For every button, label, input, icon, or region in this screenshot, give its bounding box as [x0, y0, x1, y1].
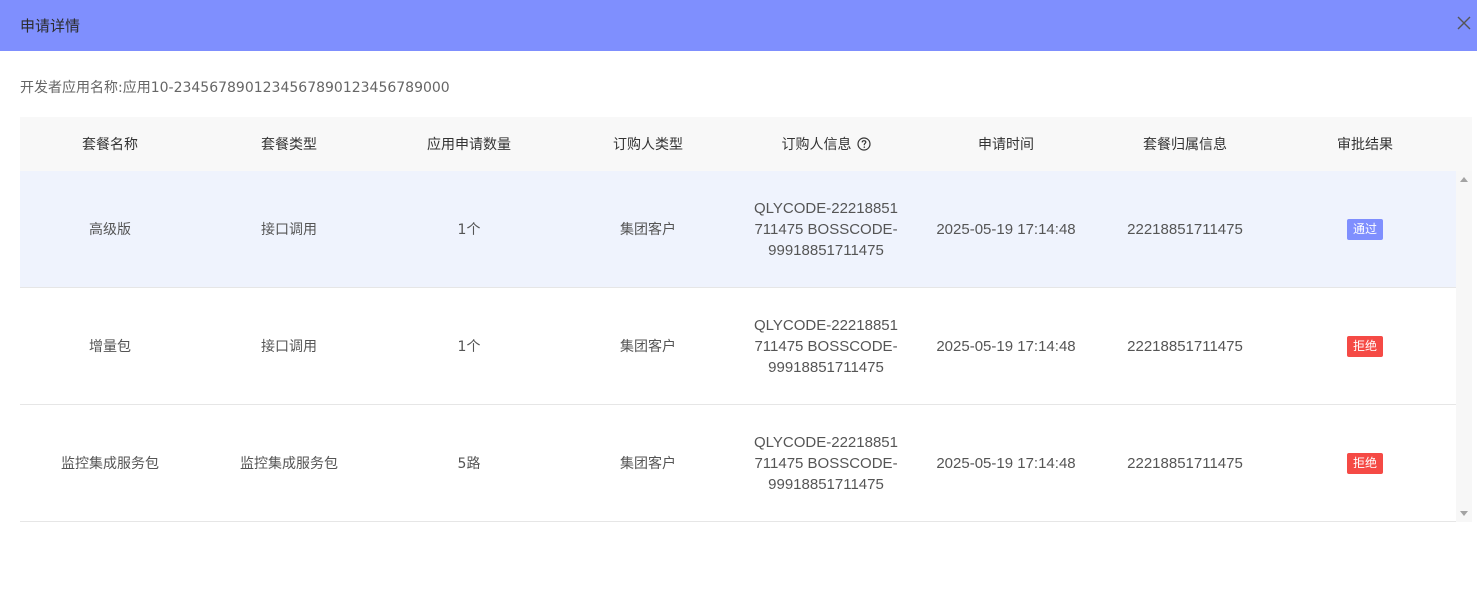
column-header-orderer-info: 订购人信息	[736, 134, 916, 154]
ownership-cell: 22218851711475	[1127, 337, 1243, 355]
table-header: 套餐名称 套餐类型 应用申请数量 订购人类型 订购人信息 申请时间 套餐归属信息…	[20, 117, 1472, 171]
result-cell: 拒绝	[1274, 335, 1456, 357]
apply-time-cell: 2025-05-19 17:14:48	[936, 220, 1076, 238]
result-cell: 拒绝	[1274, 452, 1456, 474]
orderer-info-cell: QLYCODE-22218851711475 BOSSCODE-99918851…	[736, 432, 916, 495]
apply-time-cell: 2025-05-19 17:14:48	[936, 454, 1076, 472]
column-header-orderer-type: 订购人类型	[613, 137, 683, 153]
orderer-info-cell: QLYCODE-22218851711475 BOSSCODE-99918851…	[736, 198, 916, 261]
ownership-cell: 22218851711475	[1127, 220, 1243, 238]
package-table: 套餐名称 套餐类型 应用申请数量 订购人类型 订购人信息 申请时间 套餐归属信息…	[20, 117, 1472, 522]
status-badge: 通过	[1346, 218, 1383, 240]
application-detail-dialog: 申请详情 开发者应用名称:应用10-2345678901234567890123…	[0, 0, 1477, 591]
orderer-type-cell: 集团客户	[620, 222, 676, 238]
table-row[interactable]: 高级版 接口调用 1个 集团客户 QLYCODE-22218851711475 …	[20, 171, 1456, 288]
package-name-cell: 监控集成服务包	[61, 456, 159, 472]
column-header-apply-time: 申请时间	[978, 137, 1034, 153]
dialog-header: 申请详情	[0, 0, 1477, 51]
orderer-info-text: QLYCODE-22218851711475 BOSSCODE-99918851…	[754, 433, 898, 493]
result-cell: 通过	[1274, 218, 1456, 240]
quantity-cell: 1个	[457, 339, 481, 355]
column-header-orderer-info-label: 订购人信息	[781, 137, 852, 153]
ownership-cell: 22218851711475	[1127, 454, 1243, 472]
package-name-cell: 增量包	[89, 339, 131, 355]
close-button[interactable]	[1453, 14, 1475, 36]
status-badge: 拒绝	[1346, 335, 1383, 357]
developer-app-name: 开发者应用名称:应用10-234567890123456789012345678…	[20, 80, 450, 96]
orderer-type-cell: 集团客户	[620, 456, 676, 472]
column-header-package-type: 套餐类型	[261, 137, 317, 153]
vertical-scrollbar[interactable]	[1456, 171, 1472, 522]
table-row[interactable]: 增量包 接口调用 1个 集团客户 QLYCODE-22218851711475 …	[20, 288, 1456, 405]
orderer-info-text: QLYCODE-22218851711475 BOSSCODE-99918851…	[754, 199, 898, 259]
status-badge: 拒绝	[1346, 452, 1383, 474]
question-circle-icon[interactable]	[856, 137, 871, 151]
close-icon[interactable]	[1457, 16, 1471, 34]
apply-time-cell: 2025-05-19 17:14:48	[936, 337, 1076, 355]
quantity-cell: 5路	[457, 456, 481, 472]
package-type-cell: 监控集成服务包	[240, 456, 338, 472]
table-body[interactable]: 高级版 接口调用 1个 集团客户 QLYCODE-22218851711475 …	[20, 171, 1472, 522]
quantity-cell: 1个	[457, 222, 481, 238]
column-header-ownership: 套餐归属信息	[1143, 137, 1227, 153]
scroll-down-arrow-icon[interactable]	[1460, 511, 1468, 516]
package-type-cell: 接口调用	[261, 222, 317, 238]
column-header-package-name: 套餐名称	[82, 137, 138, 153]
dialog-title: 申请详情	[20, 17, 81, 35]
orderer-info-text: QLYCODE-22218851711475 BOSSCODE-99918851…	[754, 316, 898, 376]
table-row[interactable]: 监控集成服务包 监控集成服务包 5路 集团客户 QLYCODE-22218851…	[20, 405, 1456, 522]
orderer-type-cell: 集团客户	[620, 339, 676, 355]
package-type-cell: 接口调用	[261, 339, 317, 355]
orderer-info-cell: QLYCODE-22218851711475 BOSSCODE-99918851…	[736, 315, 916, 378]
package-name-cell: 高级版	[89, 222, 131, 238]
column-header-result: 审批结果	[1337, 137, 1393, 153]
scroll-up-arrow-icon[interactable]	[1460, 177, 1468, 182]
column-header-quantity: 应用申请数量	[427, 137, 511, 153]
